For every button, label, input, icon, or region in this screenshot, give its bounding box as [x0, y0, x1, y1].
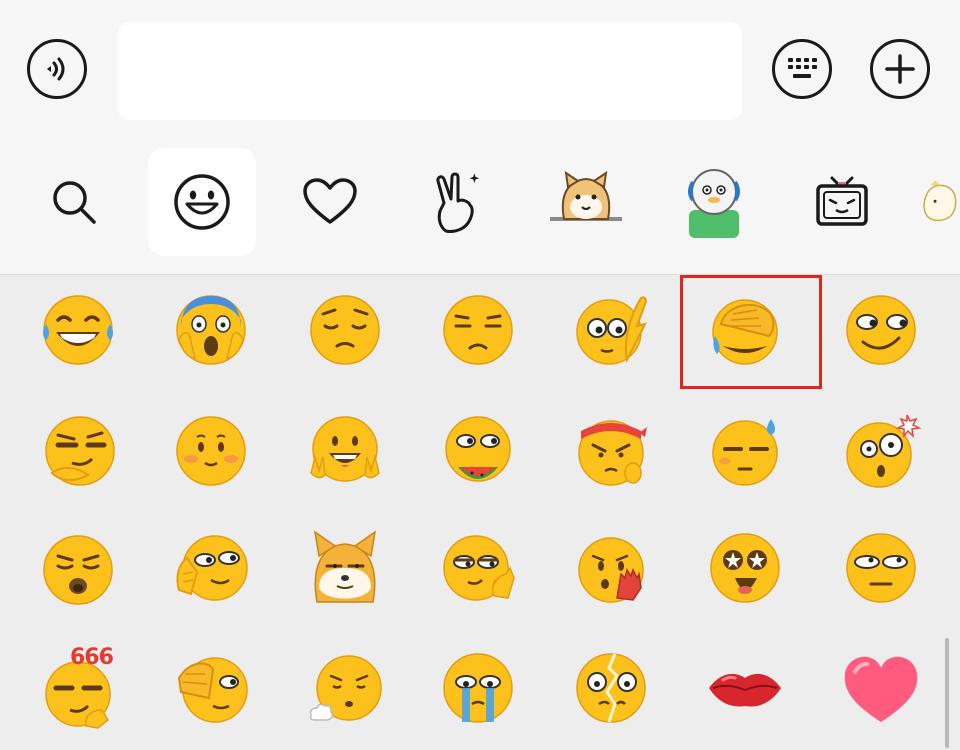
smiley-icon — [174, 174, 230, 230]
emoji-angry-headband[interactable] — [566, 406, 656, 496]
sticker-icon — [923, 180, 957, 222]
emoji-smug-stroke-chin[interactable] — [33, 406, 123, 496]
message-input[interactable] — [118, 22, 742, 120]
emoji-shy-blush[interactable] — [166, 406, 256, 496]
tab-search[interactable] — [20, 148, 128, 256]
tab-emoji[interactable] — [148, 148, 256, 256]
shocked-spark-icon — [846, 414, 922, 488]
cracked-face-icon — [576, 653, 646, 723]
emoji-star-struck[interactable] — [700, 523, 790, 613]
keyboard-button[interactable] — [772, 39, 832, 99]
duck-icon — [688, 169, 740, 238]
search-icon — [53, 181, 96, 224]
emoji-facepalm[interactable] — [700, 285, 790, 375]
voice-button[interactable] — [27, 39, 87, 99]
emoji-side-eye-smirk[interactable] — [836, 285, 926, 375]
emoji-scream[interactable] — [166, 285, 256, 375]
pink-heart-icon — [844, 656, 918, 722]
emoji-sweat-neutral[interactable] — [700, 406, 790, 496]
sweat-neutral-icon — [712, 419, 778, 486]
peace-hand-icon — [436, 172, 480, 233]
hand-salute-peek-icon — [177, 657, 248, 723]
emoji-peace-grin[interactable] — [300, 406, 390, 496]
plus-icon — [885, 54, 915, 84]
doge-icon — [313, 530, 377, 603]
tab-duck-sticker-pack[interactable] — [660, 148, 768, 256]
emoji-panel-scrollbar[interactable] — [945, 638, 949, 748]
emoji-kiss-lips[interactable] — [700, 643, 790, 733]
facepalm-icon — [712, 299, 778, 365]
emoji-pensive[interactable] — [300, 285, 390, 375]
emoji-cracked-face[interactable] — [566, 643, 656, 733]
heart-icon — [303, 178, 357, 224]
tab-shiba-sticker-pack[interactable] — [532, 148, 640, 256]
emoji-sigh-puff[interactable] — [300, 643, 390, 733]
star-struck-icon — [710, 533, 780, 603]
voice-wave-icon — [47, 57, 65, 81]
emoji-eye-roll[interactable] — [836, 523, 926, 613]
hand-cover-peek-icon — [176, 535, 248, 601]
sigh-puff-icon — [309, 655, 382, 721]
tv-icon — [816, 176, 868, 226]
emoji-kiss-blow[interactable] — [33, 523, 123, 613]
emoji-tears-of-joy[interactable] — [33, 285, 123, 375]
kiss-lips-icon — [709, 673, 781, 707]
emoji-crying-stream[interactable] — [433, 643, 523, 733]
tab-tv-sticker-pack[interactable] — [788, 148, 896, 256]
emoji-watermelon-eat[interactable] — [433, 406, 523, 496]
emoji-hand-salute-peek[interactable] — [166, 643, 256, 733]
keyboard-icon — [788, 58, 817, 78]
ok-hand-smirk-icon — [443, 535, 515, 601]
shy-blush-icon — [176, 416, 246, 486]
add-button[interactable] — [870, 39, 930, 99]
emoji-unamused[interactable] — [433, 285, 523, 375]
kiss-blow-icon — [43, 535, 113, 605]
emoji-shocked-spark[interactable] — [836, 406, 926, 496]
emoji-hand-cover-peek[interactable] — [166, 523, 256, 613]
badge-666-label: 666 — [70, 645, 114, 670]
facepalm-peek-icon — [576, 296, 647, 365]
watermelon-eat-icon — [445, 416, 511, 482]
angry-headband-icon — [578, 420, 647, 486]
unamused-icon — [443, 295, 513, 365]
eye-roll-icon — [846, 533, 916, 603]
tab-partial-sticker-pack[interactable] — [916, 148, 960, 256]
side-eye-smirk-icon — [846, 295, 916, 365]
tears-of-joy-icon — [43, 295, 113, 365]
emoji-ok-hand-smirk[interactable] — [433, 523, 523, 613]
smug-stroke-chin-icon — [45, 416, 115, 486]
emoji-hand-over-mouth[interactable] — [566, 523, 656, 613]
hand-over-mouth-icon — [578, 537, 644, 603]
scream-icon — [176, 295, 246, 365]
emoji-doge[interactable] — [300, 523, 390, 613]
crying-stream-icon — [443, 653, 513, 723]
tab-favorites[interactable] — [276, 148, 384, 256]
pensive-icon — [310, 295, 380, 365]
emoji-pink-heart[interactable] — [836, 643, 926, 733]
emoji-facepalm-peek[interactable] — [566, 285, 656, 375]
peace-grin-icon — [310, 416, 380, 482]
shiba-dog-icon — [550, 170, 622, 221]
tab-stickers[interactable] — [404, 148, 512, 256]
